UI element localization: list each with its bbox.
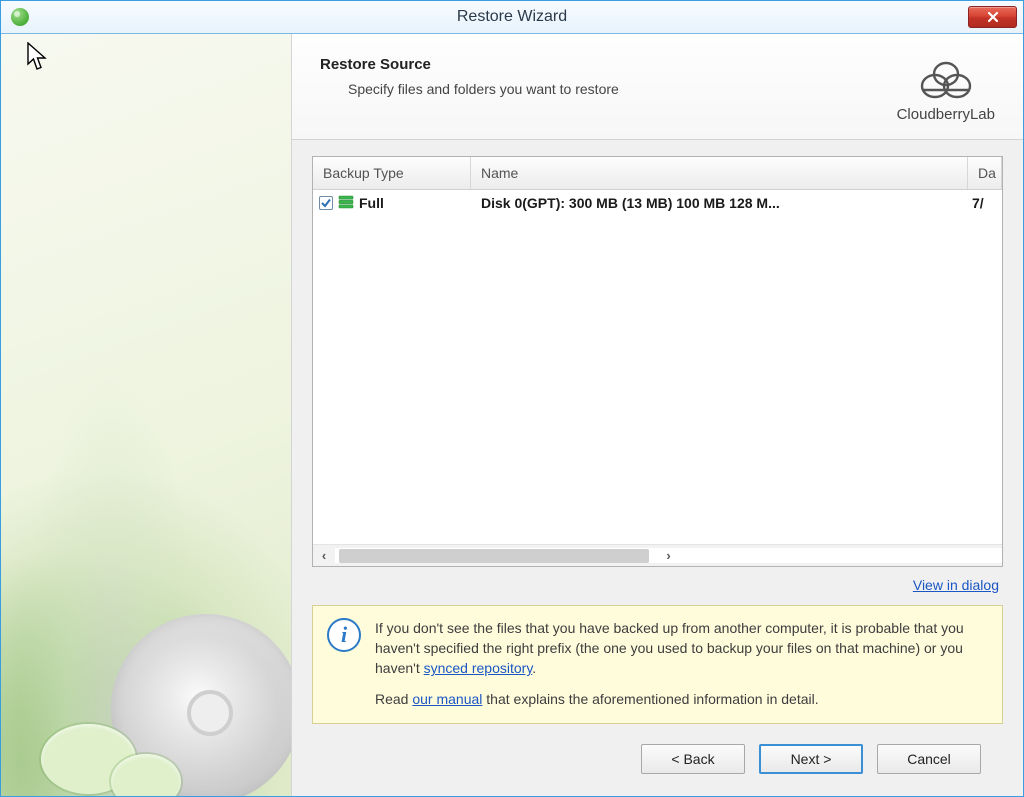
- cloud-logo-icon: [913, 56, 979, 102]
- page-title: Restore Source: [320, 56, 897, 73]
- column-headers: Backup Type Name Da: [313, 157, 1002, 190]
- table-row[interactable]: Full Disk 0(GPT): 300 MB (13 MB) 100 MB …: [313, 190, 1002, 216]
- col-name[interactable]: Name: [471, 157, 968, 189]
- check-icon: [320, 197, 332, 209]
- horizontal-scrollbar[interactable]: ‹ ›: [313, 544, 1002, 566]
- wizard-right: Restore Source Specify files and folders…: [292, 34, 1023, 796]
- col-date[interactable]: Da: [968, 157, 1002, 189]
- scroll-thumb[interactable]: [339, 549, 649, 563]
- close-button[interactable]: [968, 6, 1017, 28]
- next-button[interactable]: Next >: [759, 744, 863, 774]
- titlebar: Restore Wizard: [1, 1, 1023, 34]
- disk-stack-icon: [337, 194, 355, 212]
- info-icon: i: [327, 618, 361, 652]
- window-title: Restore Wizard: [457, 8, 567, 26]
- wizard-window: Restore Wizard Restore Source Specify fi…: [0, 0, 1024, 797]
- backup-list: Backup Type Name Da: [312, 156, 1003, 567]
- wizard-sidebar: [1, 34, 292, 796]
- info-line1b: .: [532, 660, 536, 676]
- view-link-row: View in dialog: [312, 567, 1003, 605]
- brand-label: CloudberryLab: [897, 106, 995, 123]
- back-button[interactable]: < Back: [641, 744, 745, 774]
- info-line2a: Read: [375, 691, 412, 707]
- info-panel: i If you don't see the files that you ha…: [312, 605, 1003, 724]
- row-type: Full: [359, 195, 384, 211]
- info-text: If you don't see the files that you have…: [375, 618, 988, 709]
- body: Restore Source Specify files and folders…: [1, 34, 1023, 796]
- page-header: Restore Source Specify files and folders…: [292, 34, 1023, 140]
- our-manual-link[interactable]: our manual: [412, 691, 482, 707]
- cancel-button[interactable]: Cancel: [877, 744, 981, 774]
- app-icon: [11, 8, 29, 26]
- row-date: 7/: [968, 195, 1002, 211]
- footer: < Back Next > Cancel: [312, 724, 1003, 796]
- view-in-dialog-link[interactable]: View in dialog: [913, 577, 999, 593]
- row-checkbox[interactable]: [319, 196, 333, 210]
- brand: CloudberryLab: [897, 56, 995, 123]
- page-subtitle: Specify files and folders you want to re…: [348, 81, 897, 97]
- info-line2b: that explains the aforementioned informa…: [482, 691, 818, 707]
- scroll-left-icon[interactable]: ‹: [313, 548, 335, 563]
- row-name: Disk 0(GPT): 300 MB (13 MB) 100 MB 128 M…: [471, 195, 968, 211]
- synced-repository-link[interactable]: synced repository: [424, 660, 533, 676]
- col-backup-type[interactable]: Backup Type: [313, 157, 471, 189]
- close-icon: [986, 10, 1000, 24]
- rows: Full Disk 0(GPT): 300 MB (13 MB) 100 MB …: [313, 190, 1002, 544]
- main-area: Backup Type Name Da: [292, 140, 1023, 796]
